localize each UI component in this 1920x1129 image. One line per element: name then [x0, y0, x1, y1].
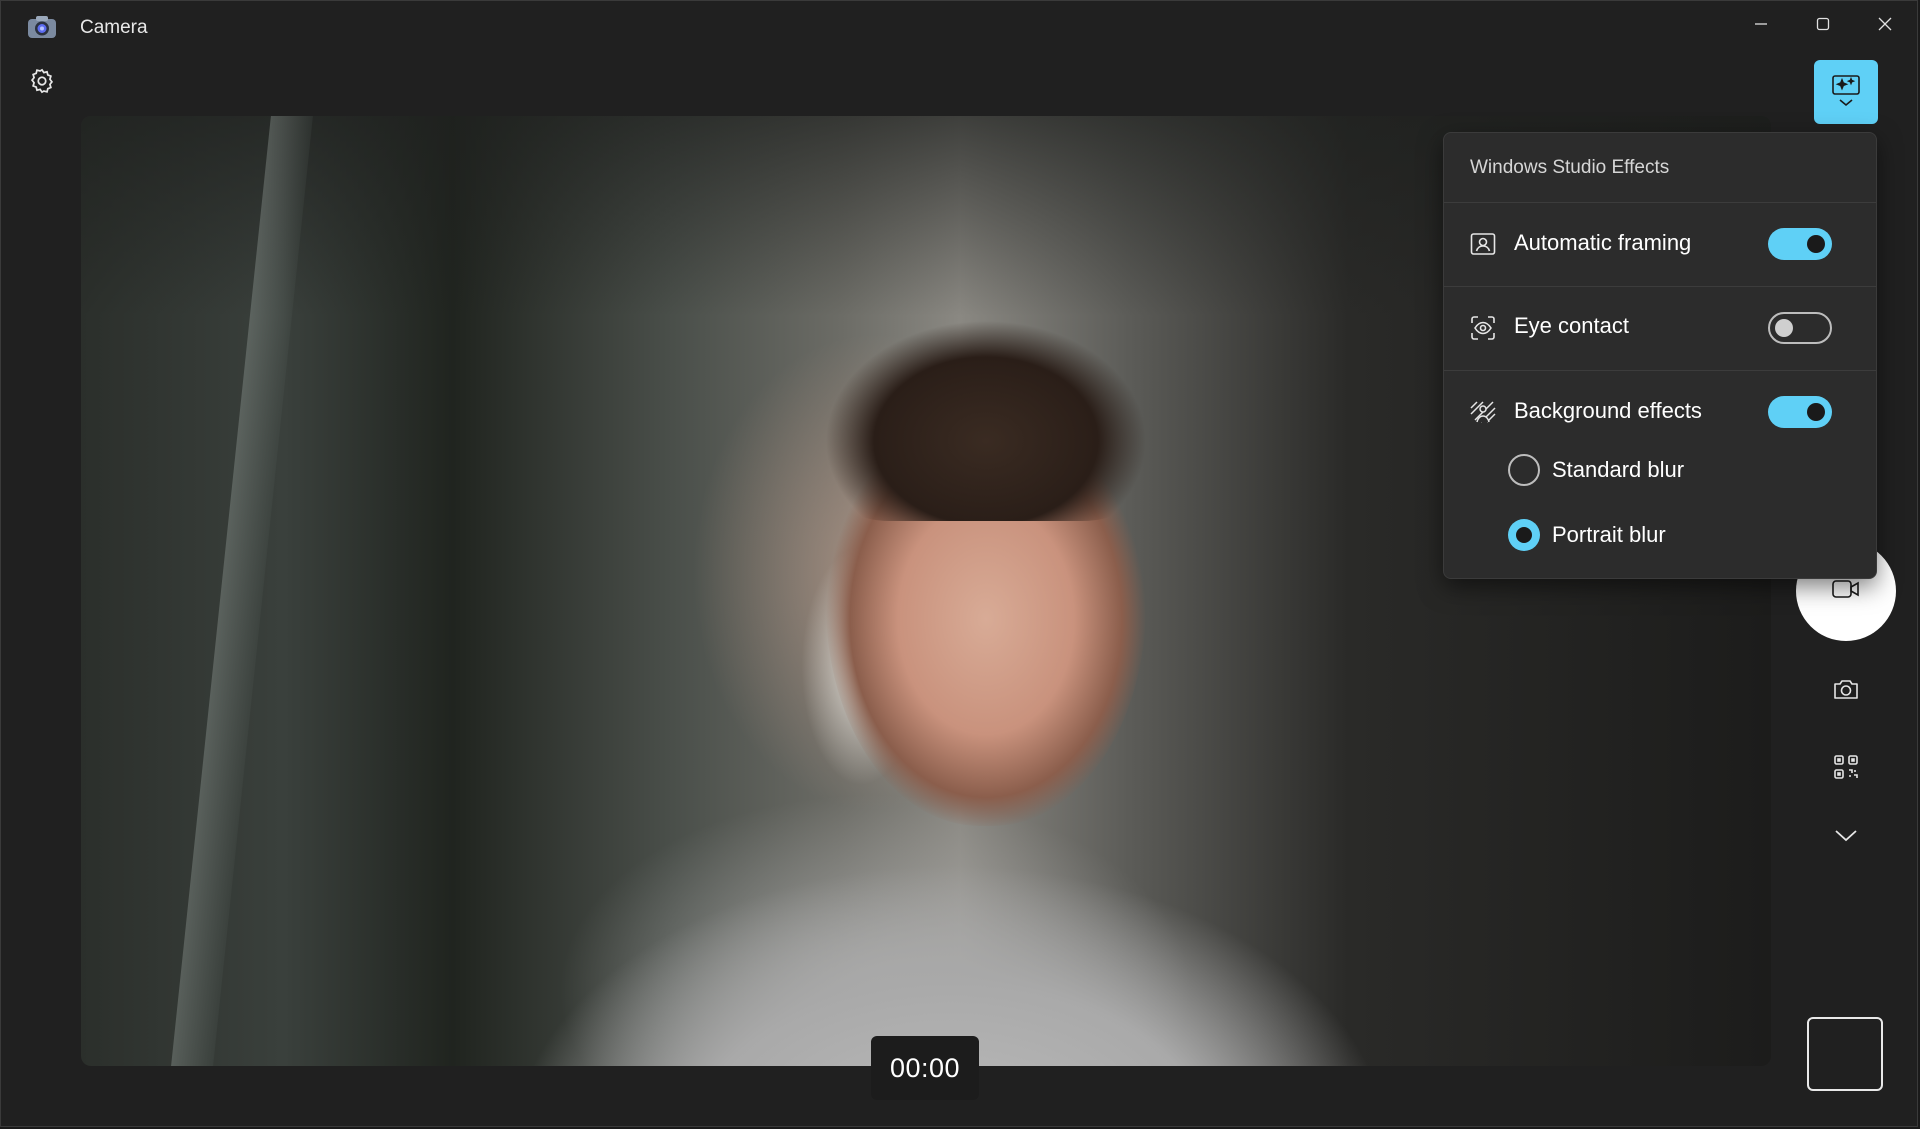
- video-camera-icon: [1831, 578, 1861, 605]
- portrait-blur-label: Portrait blur: [1552, 522, 1666, 547]
- gallery-thumbnail-button[interactable]: [1807, 1017, 1883, 1091]
- qr-code-icon: [1833, 754, 1859, 785]
- standard-blur-label: Standard blur: [1552, 457, 1685, 482]
- background-effects-label: Background effects: [1514, 398, 1702, 423]
- toggle-knob: [1807, 235, 1825, 253]
- camera-app-icon: [27, 15, 57, 39]
- automatic-framing-row[interactable]: Automatic framing: [1444, 203, 1876, 285]
- standard-blur-radio[interactable]: [1508, 454, 1540, 486]
- eye-contact-row[interactable]: Eye contact: [1444, 287, 1876, 369]
- minimize-button[interactable]: [1730, 1, 1792, 47]
- gear-icon: [28, 67, 56, 100]
- eye-contact-toggle[interactable]: [1768, 312, 1832, 344]
- minimize-icon: [1754, 17, 1768, 31]
- automatic-framing-toggle[interactable]: [1768, 228, 1832, 260]
- camera-window: Camera 00:00 Windows Studio Effects Auto…: [0, 0, 1918, 1127]
- background-blur-icon: [1468, 397, 1498, 427]
- camera-icon: [1832, 677, 1860, 706]
- studio-effects-flyout: Windows Studio Effects Automatic framing: [1443, 132, 1877, 579]
- flyout-title: Windows Studio Effects: [1470, 157, 1670, 178]
- toggle-knob: [1775, 319, 1793, 337]
- radio-dot: [1516, 527, 1532, 543]
- photo-mode-button[interactable]: [1826, 671, 1866, 711]
- portrait-blur-option[interactable]: Portrait blur: [1444, 504, 1876, 564]
- person-hair: [826, 321, 1146, 521]
- title-bar[interactable]: Camera: [1, 1, 1917, 55]
- more-modes-button[interactable]: [1826, 817, 1866, 857]
- toggle-knob: [1807, 403, 1825, 421]
- settings-button[interactable]: [23, 64, 61, 102]
- background-effects-toggle[interactable]: [1768, 396, 1832, 428]
- eye-focus-icon: [1468, 313, 1498, 343]
- maximize-icon: [1816, 17, 1830, 31]
- maximize-button[interactable]: [1792, 1, 1854, 47]
- close-button[interactable]: [1854, 1, 1916, 47]
- studio-effects-button[interactable]: [1814, 60, 1878, 124]
- app-title: Camera: [80, 17, 148, 38]
- portrait-blur-radio[interactable]: [1508, 519, 1540, 551]
- qr-mode-button[interactable]: [1826, 749, 1866, 789]
- close-icon: [1878, 17, 1892, 31]
- chevron-down-icon: [1833, 827, 1859, 848]
- automatic-framing-label: Automatic framing: [1514, 230, 1692, 255]
- portrait-frame-icon: [1468, 229, 1498, 259]
- eye-contact-label: Eye contact: [1514, 313, 1629, 338]
- person-shirt: [501, 836, 1401, 1066]
- recording-timer: 00:00: [871, 1036, 979, 1100]
- standard-blur-option[interactable]: Standard blur: [1444, 440, 1876, 500]
- sparkle-effects-icon: [1830, 70, 1862, 115]
